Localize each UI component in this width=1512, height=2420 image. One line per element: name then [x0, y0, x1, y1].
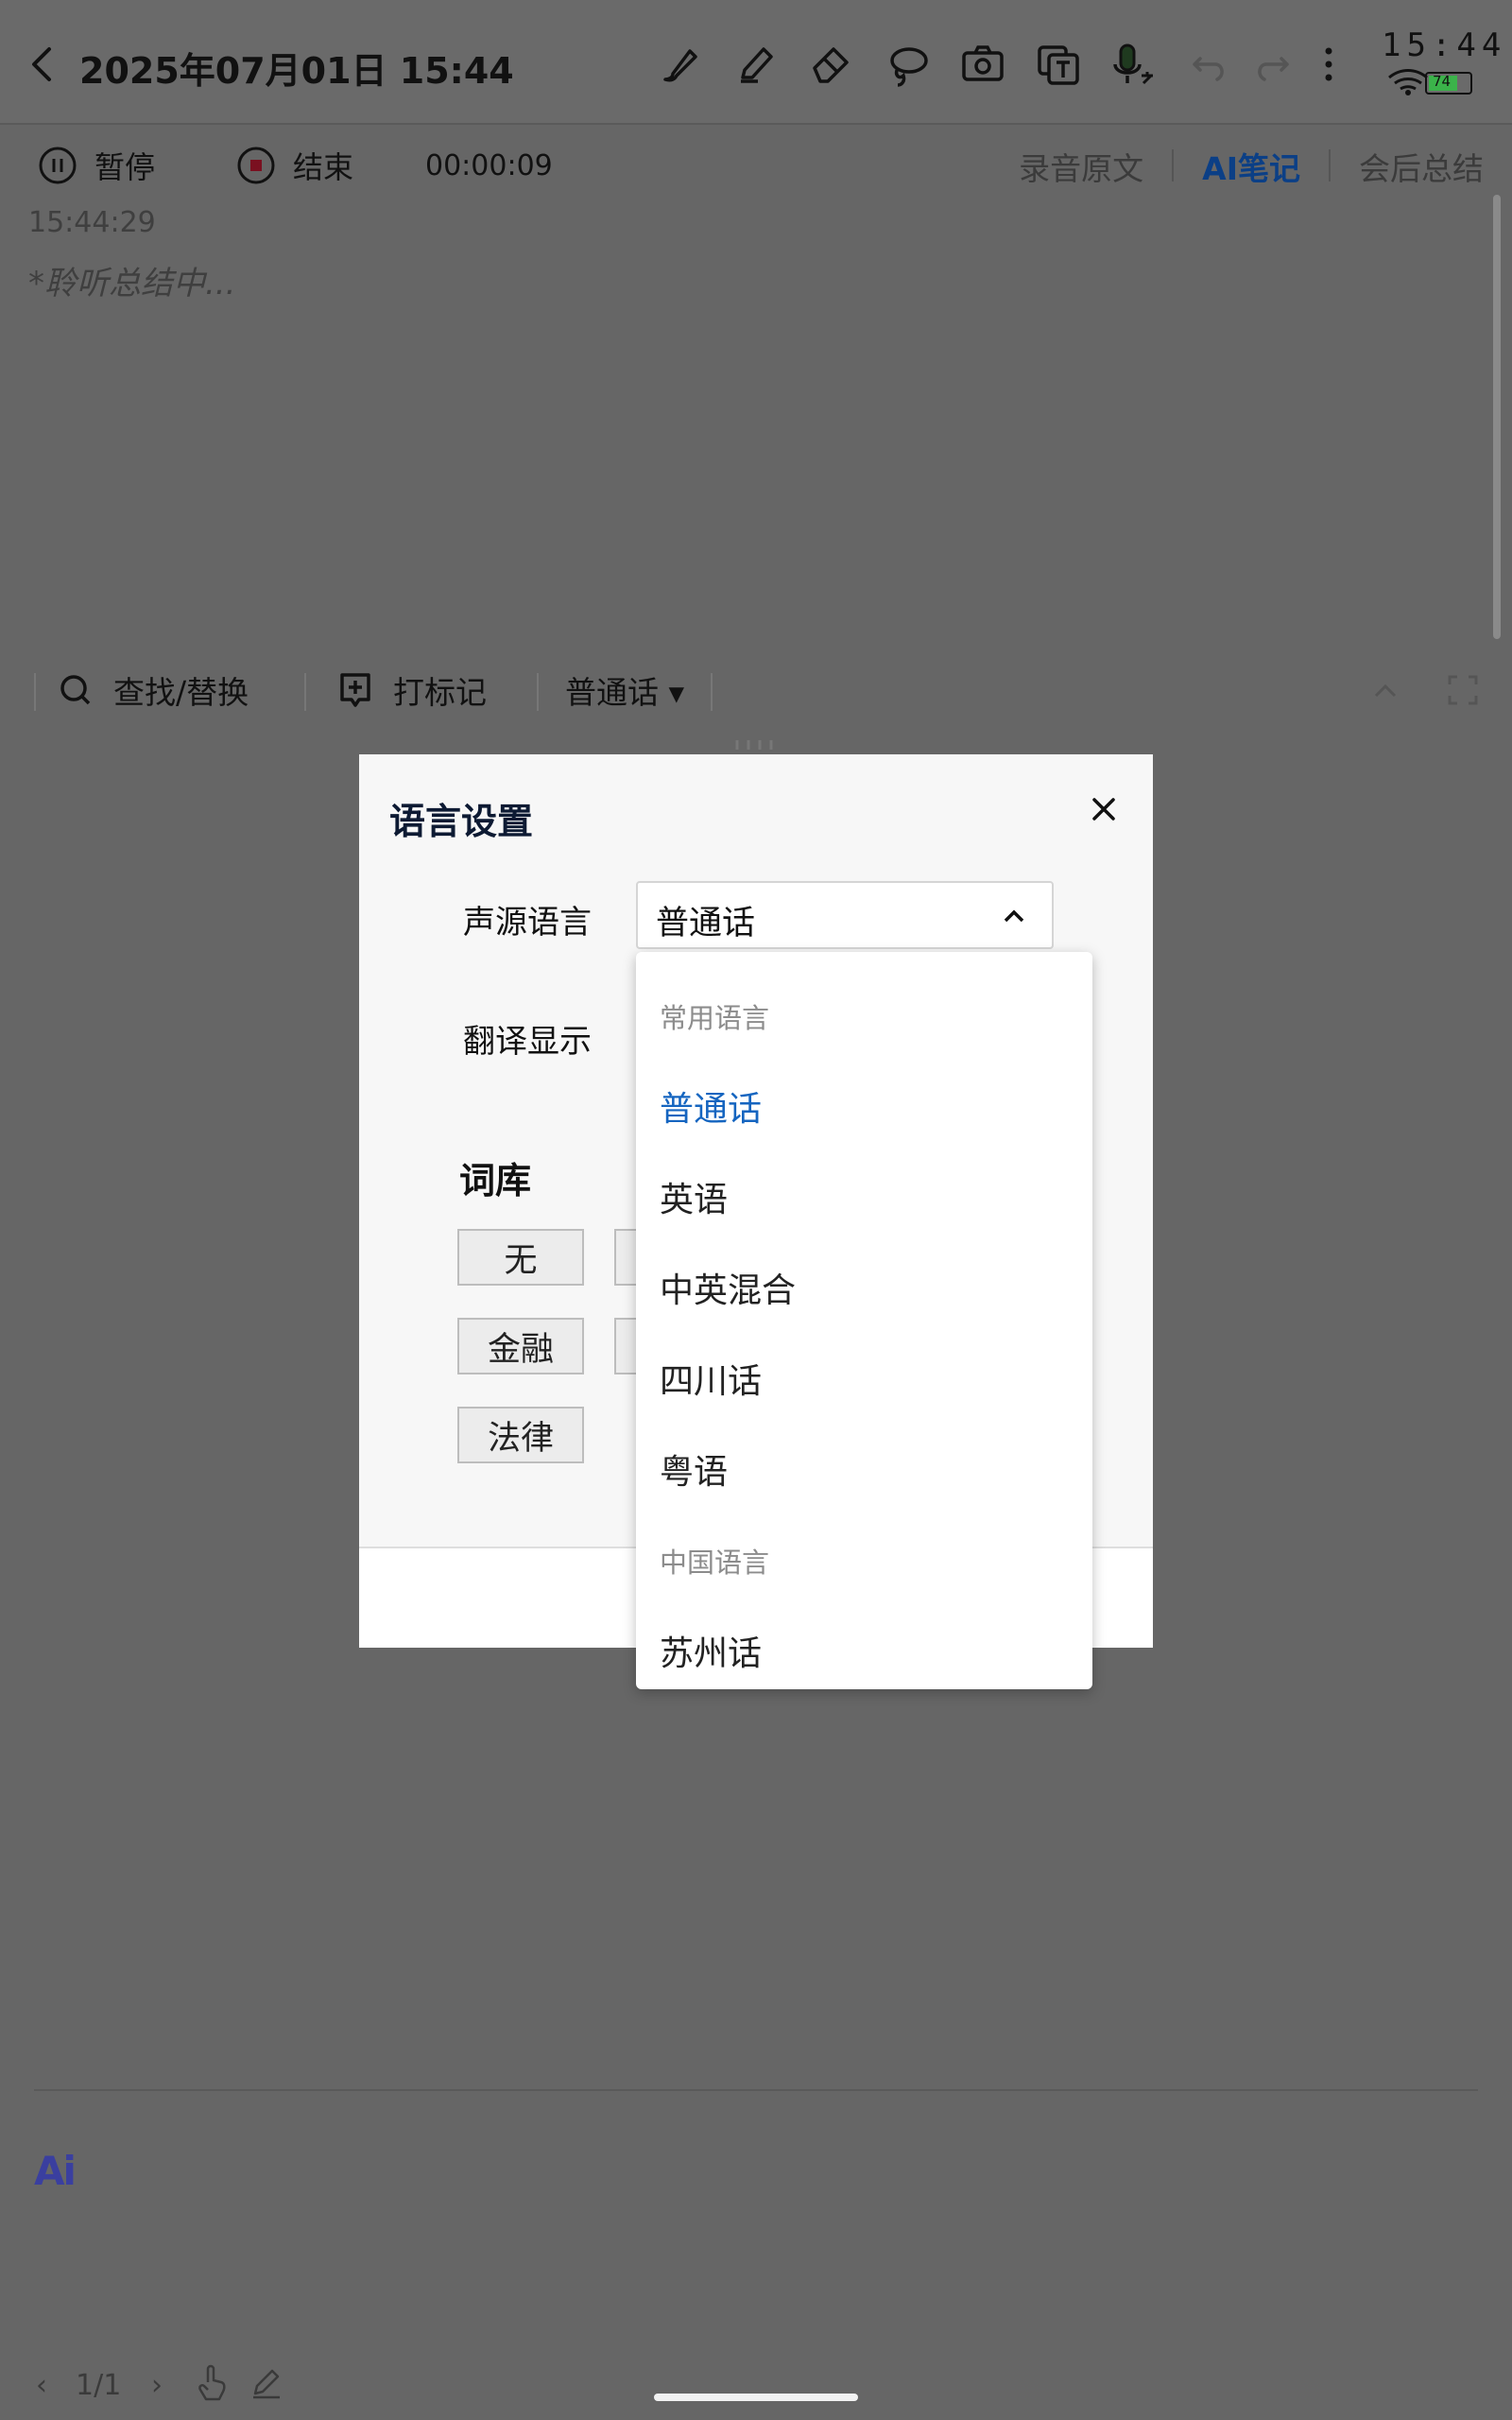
find-replace-button[interactable]: 查找/替换 — [57, 662, 249, 718]
dropdown-group-label: 中国语言 — [660, 1547, 770, 1579]
dropdown-option[interactable]: 四川话 — [660, 1354, 762, 1403]
battery-level: 74 — [1433, 73, 1452, 90]
touch-icon[interactable] — [195, 2363, 229, 2401]
dialog-title: 语言设置 — [389, 801, 534, 842]
toolbar-divider — [537, 673, 539, 711]
search-icon — [60, 675, 91, 705]
listening-status: *聆听总结中... — [28, 265, 236, 302]
toolbar-divider — [711, 673, 713, 711]
language-selector-button[interactable]: 普通话 ▾ — [565, 662, 684, 718]
camera-icon[interactable] — [956, 38, 1009, 91]
page-title: 2025年07月01日 15:44 — [79, 50, 514, 92]
ai-logo[interactable]: Ai — [34, 2148, 77, 2194]
close-icon[interactable] — [1085, 790, 1123, 828]
tab-summary[interactable]: 会后总结 — [1331, 144, 1484, 189]
lexicon-chip-none[interactable]: 无 — [457, 1229, 584, 1286]
edit-icon[interactable] — [249, 2365, 284, 2399]
section-divider — [34, 2089, 1478, 2091]
dropdown-group-label: 常用语言 — [660, 1002, 770, 1034]
toolbar-divider — [34, 673, 36, 711]
source-language-value: 普通话 — [656, 905, 756, 942]
lexicon-chip-law[interactable]: 法律 — [457, 1407, 584, 1463]
eraser-icon[interactable] — [805, 38, 858, 91]
mark-label: 打标记 — [393, 674, 487, 711]
drag-handle[interactable] — [731, 735, 781, 750]
pause-label: 暂停 — [94, 149, 156, 185]
pause-icon — [39, 147, 77, 184]
battery-icon: 74 — [1425, 72, 1472, 95]
translation-label: 翻译显示 — [463, 1023, 592, 1061]
pause-button[interactable]: 暂停 — [38, 142, 155, 189]
redo-icon[interactable] — [1246, 38, 1298, 91]
prev-page-icon[interactable]: ‹ — [36, 2369, 47, 2402]
page-indicator: 1/1 — [76, 2369, 122, 2402]
lasso-icon[interactable] — [881, 38, 934, 91]
lexicon-chip-finance[interactable]: 金融 — [457, 1318, 584, 1374]
stop-button[interactable]: 结束 — [236, 142, 353, 189]
lexicon-title: 词库 — [459, 1160, 532, 1201]
chevron-up-icon[interactable] — [1000, 902, 1028, 930]
toolbar-divider — [304, 673, 306, 711]
back-arrow-icon[interactable] — [21, 36, 62, 93]
transcript-timestamp: 15:44:29 — [28, 206, 156, 239]
more-options-icon[interactable] — [1302, 38, 1355, 91]
next-page-icon[interactable]: › — [151, 2369, 163, 2402]
dropdown-option[interactable]: 粤语 — [660, 1444, 728, 1494]
dropdown-option[interactable]: 中英混合 — [660, 1263, 796, 1312]
source-language-label: 声源语言 — [463, 904, 592, 942]
view-tabs: 录音原文 AI笔记 会后总结 — [990, 144, 1484, 189]
recording-timer: 00:00:09 — [425, 148, 553, 182]
home-indicator[interactable] — [654, 2394, 858, 2401]
voice-translate-icon[interactable] — [1108, 38, 1160, 91]
pen-icon[interactable] — [730, 38, 782, 91]
stop-label: 结束 — [293, 149, 354, 185]
mark-button[interactable]: 打标记 — [336, 662, 487, 718]
brush-icon[interactable] — [654, 38, 707, 91]
dropdown-option[interactable]: 普通话 — [660, 1081, 762, 1131]
dropdown-option[interactable]: 苏州话 — [660, 1626, 762, 1675]
text-recognition-icon[interactable] — [1032, 38, 1085, 91]
find-replace-label: 查找/替换 — [113, 674, 249, 711]
stop-icon — [237, 147, 275, 184]
bookmark-add-icon — [340, 673, 370, 707]
fullscreen-icon[interactable] — [1446, 673, 1480, 707]
dropdown-option[interactable]: 英语 — [660, 1172, 728, 1221]
status-clock: 15:44 — [1382, 26, 1507, 64]
tab-transcript[interactable]: 录音原文 — [990, 144, 1172, 189]
collapse-icon[interactable] — [1368, 673, 1402, 707]
undo-icon[interactable] — [1183, 38, 1236, 91]
scrollbar[interactable] — [1493, 195, 1501, 639]
tab-ai-notes[interactable]: AI笔记 — [1174, 144, 1329, 189]
